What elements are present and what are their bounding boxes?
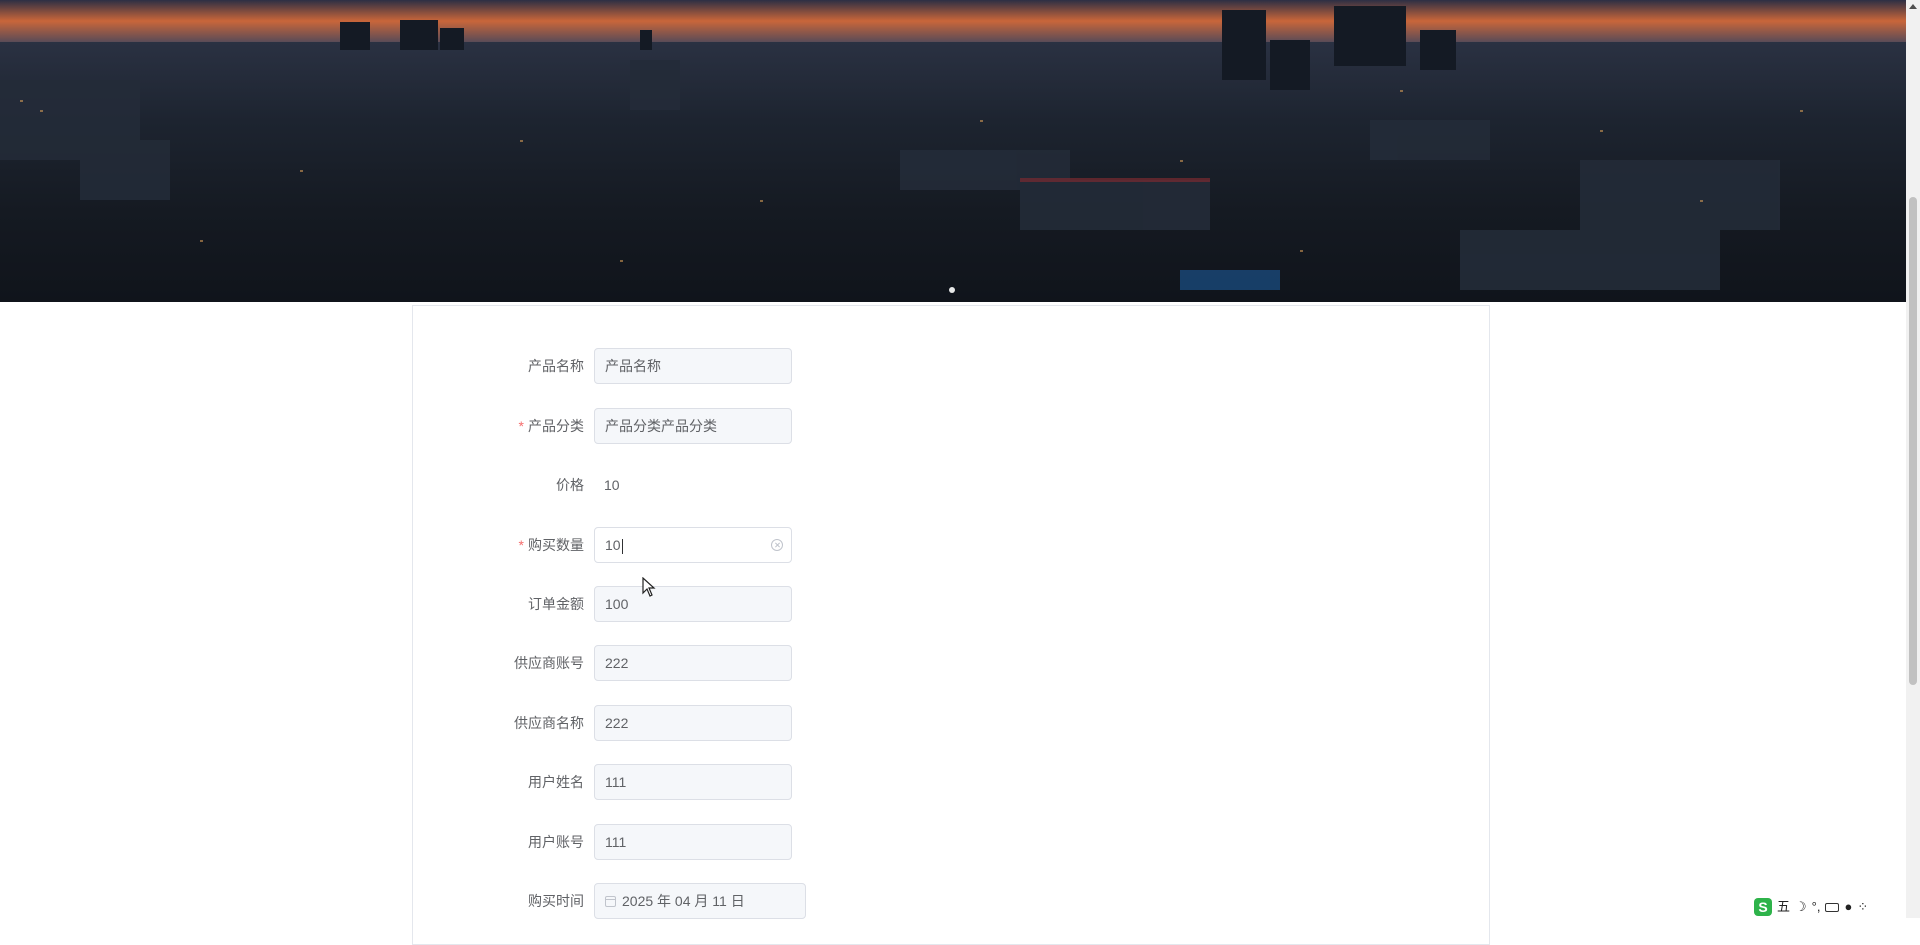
mouse-pointer-icon xyxy=(642,577,656,597)
grid-icon[interactable]: ⁘ xyxy=(1857,898,1868,916)
ime-logo-icon[interactable]: S xyxy=(1754,898,1772,916)
user-icon[interactable]: ● xyxy=(1844,898,1852,916)
clear-icon[interactable] xyxy=(771,539,783,551)
supplier-name-label: 供应商名称 xyxy=(514,715,584,731)
product-name-input: 产品名称 xyxy=(594,348,792,384)
purchase-time-date-picker[interactable]: 2025 年 04 月 11 日 xyxy=(594,883,806,919)
required-mark: * xyxy=(518,537,524,553)
banner-carousel xyxy=(0,0,1906,302)
supplier-account-label: 供应商账号 xyxy=(514,655,584,671)
text-caret xyxy=(621,538,623,554)
form-row-product-category: * 产品分类 产品分类产品分类 xyxy=(413,408,1313,444)
user-account-label: 用户账号 xyxy=(528,834,584,850)
moon-icon[interactable]: ☽ xyxy=(1795,898,1807,916)
form-row-supplier-name: 供应商名称 222 xyxy=(413,705,1313,741)
product-category-label: * 产品分类 xyxy=(518,418,584,434)
scroll-up-arrow-icon[interactable] xyxy=(1909,4,1917,9)
form-row-quantity: * 购买数量 10 xyxy=(413,527,1313,563)
form-row-price: 价格 10 xyxy=(413,467,1313,503)
carousel-indicator[interactable] xyxy=(949,287,955,293)
form-row-order-amount: 订单金额 100 xyxy=(413,586,1313,622)
product-category-input: 产品分类产品分类 xyxy=(594,408,792,444)
order-amount-label: 订单金额 xyxy=(528,596,584,612)
ime-mode[interactable]: 五 xyxy=(1777,898,1790,916)
form-row-user-account: 用户账号 111 xyxy=(413,824,1313,860)
user-account-input: 111 xyxy=(594,824,792,860)
form-row-user-name: 用户姓名 111 xyxy=(413,764,1313,800)
form-row-purchase-time: 购买时间 2025 年 04 月 11 日 xyxy=(413,883,1313,919)
user-name-label: 用户姓名 xyxy=(528,774,584,790)
calendar-icon xyxy=(605,895,616,907)
order-amount-input: 100 xyxy=(594,586,792,622)
supplier-name-input: 222 xyxy=(594,705,792,741)
city-skyline-image xyxy=(0,0,1906,290)
ime-toolbar: S 五 ☽ °, ● ⁘ xyxy=(1754,896,1906,918)
product-name-label: 产品名称 xyxy=(528,358,584,374)
user-name-input: 111 xyxy=(594,764,792,800)
required-mark: * xyxy=(518,418,524,434)
form-row-supplier-account: 供应商账号 222 xyxy=(413,645,1313,681)
price-label: 价格 xyxy=(556,477,584,493)
quantity-input[interactable]: 10 xyxy=(594,527,792,563)
form-row-product-name: 产品名称 产品名称 xyxy=(413,348,1313,384)
order-form-card: 产品名称 产品名称 * 产品分类 产品分类产品分类 价格 10 * 购买数量 10 … xyxy=(412,305,1490,945)
purchase-time-label: 购买时间 xyxy=(528,893,584,909)
scrollbar-thumb[interactable] xyxy=(1909,197,1917,685)
quantity-label: * 购买数量 xyxy=(518,537,584,553)
price-value: 10 xyxy=(604,477,620,493)
punctuation-icon[interactable]: °, xyxy=(1812,898,1821,916)
supplier-account-input: 222 xyxy=(594,645,792,681)
keyboard-icon[interactable] xyxy=(1825,902,1840,912)
